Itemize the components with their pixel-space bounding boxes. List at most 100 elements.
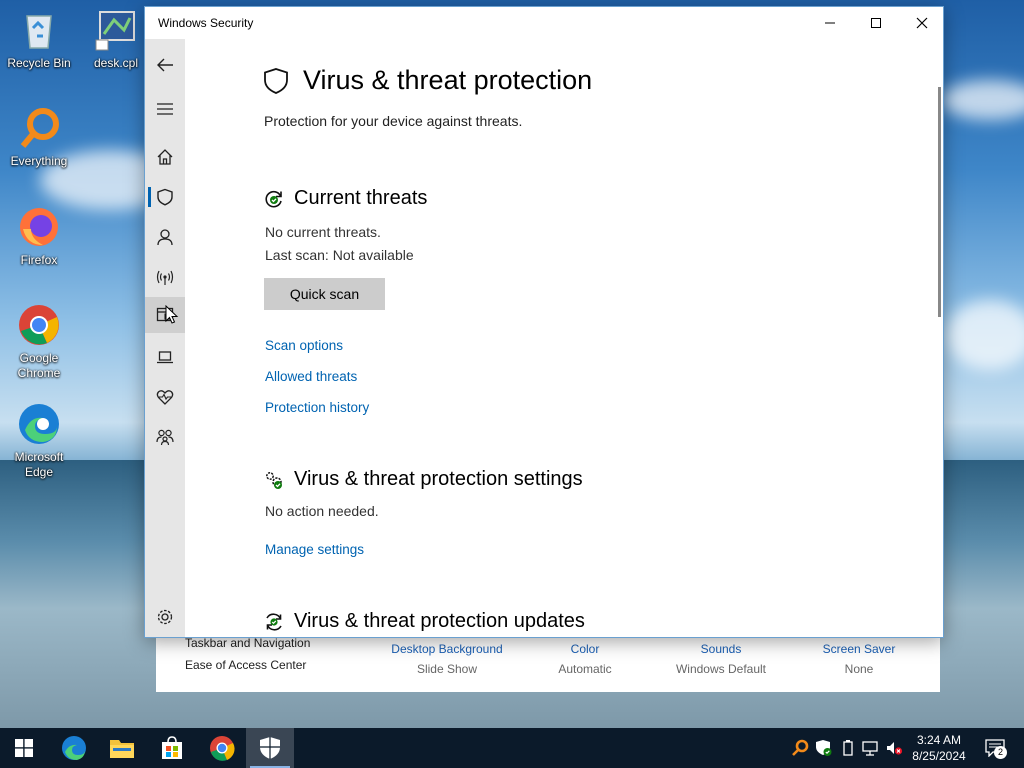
setting-title: Desktop Background bbox=[391, 642, 503, 656]
firefox-icon bbox=[17, 205, 61, 249]
color-setting[interactable]: Color Automatic bbox=[520, 642, 650, 676]
protection-history-link[interactable]: Protection history bbox=[265, 400, 369, 415]
desktop-icon-everything[interactable]: Everything bbox=[1, 106, 77, 169]
desktop-icon-firefox[interactable]: Firefox bbox=[1, 205, 77, 268]
minimize-icon bbox=[825, 22, 835, 24]
tray-network[interactable] bbox=[860, 738, 880, 758]
scan-options-link[interactable]: Scan options bbox=[265, 338, 343, 353]
network-icon bbox=[862, 741, 878, 756]
nav-settings[interactable] bbox=[145, 599, 185, 635]
network-signal-icon bbox=[156, 270, 174, 285]
setting-title: Sounds bbox=[700, 642, 742, 656]
taskbar-windows-security[interactable] bbox=[246, 728, 294, 768]
chrome-icon bbox=[17, 303, 61, 347]
close-icon bbox=[916, 17, 928, 29]
desktop-icon-microsoft-edge[interactable]: Microsoft Edge bbox=[1, 402, 77, 480]
cloud bbox=[945, 300, 1024, 370]
screen-saver-setting[interactable]: Screen Saver None bbox=[794, 642, 924, 676]
desktop-icon-label: Everything bbox=[10, 154, 68, 168]
back-button[interactable] bbox=[145, 47, 185, 83]
security-shield-check-icon bbox=[816, 740, 832, 756]
maximize-icon bbox=[871, 18, 881, 28]
link-taskbar-navigation[interactable]: Taskbar and Navigation bbox=[185, 636, 310, 658]
person-icon bbox=[157, 229, 173, 246]
desktop-icon-google-chrome[interactable]: Google Chrome bbox=[1, 303, 77, 381]
clock-date: 8/25/2024 bbox=[912, 749, 966, 763]
quick-scan-button[interactable]: Quick scan bbox=[264, 278, 385, 310]
family-icon bbox=[156, 429, 174, 446]
home-icon bbox=[157, 149, 173, 165]
desktop-icon-label: desk.cpl bbox=[93, 56, 139, 70]
setting-value: None bbox=[844, 662, 874, 676]
protection-settings-title: Virus & threat protection settings bbox=[294, 468, 583, 490]
taskbar-store[interactable] bbox=[148, 728, 196, 768]
vertical-scrollbar[interactable] bbox=[938, 87, 941, 317]
tray-everything[interactable] bbox=[790, 738, 810, 758]
menu-button[interactable] bbox=[145, 91, 185, 127]
desktop-icon-label: Firefox bbox=[20, 253, 58, 267]
setting-title: Screen Saver bbox=[822, 642, 896, 656]
title-bar[interactable]: Windows Security bbox=[145, 7, 943, 39]
desktop-icon-recycle-bin[interactable]: Recycle Bin bbox=[1, 8, 77, 71]
sounds-setting[interactable]: Sounds Windows Default bbox=[656, 642, 786, 676]
desktop-icon-desk-cpl[interactable]: desk.cpl bbox=[78, 8, 154, 71]
nav-device-health[interactable] bbox=[145, 379, 185, 415]
setting-value: Windows Default bbox=[675, 662, 767, 676]
minimize-button[interactable] bbox=[807, 7, 853, 39]
close-button[interactable] bbox=[899, 7, 943, 39]
desktop-background-setting[interactable]: Desktop Background Slide Show bbox=[382, 642, 512, 676]
desktop-icon-label: Google Chrome bbox=[17, 351, 61, 380]
notification-count-badge: 2 bbox=[994, 746, 1007, 759]
tray-volume[interactable] bbox=[884, 738, 904, 758]
page-title-text: Virus & threat protection bbox=[303, 65, 593, 95]
windows-logo-icon bbox=[15, 739, 33, 757]
nav-firewall[interactable] bbox=[145, 259, 185, 295]
protection-updates-heading: Virus & threat protection updates bbox=[264, 610, 585, 633]
tray-windows-security[interactable] bbox=[814, 738, 834, 758]
manage-settings-link[interactable]: Manage settings bbox=[265, 542, 364, 557]
protection-updates-title: Virus & threat protection updates bbox=[294, 610, 585, 632]
start-button[interactable] bbox=[0, 728, 48, 768]
taskbar-edge[interactable] bbox=[50, 728, 98, 768]
window-title: Windows Security bbox=[158, 16, 254, 30]
maximize-button[interactable] bbox=[853, 7, 899, 39]
taskbar-clock[interactable]: 3:24 AM 8/25/2024 bbox=[906, 732, 972, 764]
monitor-icon bbox=[94, 8, 138, 52]
taskbar-chrome[interactable] bbox=[198, 728, 246, 768]
current-threats-title: Current threats bbox=[294, 187, 428, 209]
taskbar-file-explorer[interactable] bbox=[98, 728, 146, 768]
main-content: Virus & threat protection Protection for… bbox=[185, 39, 943, 637]
cloud bbox=[940, 80, 1024, 120]
shield-icon bbox=[264, 67, 288, 94]
tray-battery[interactable] bbox=[838, 738, 858, 758]
personalization-window: Taskbar and Navigation Ease of Access Ce… bbox=[156, 630, 940, 692]
protection-settings-heading: Virus & threat protection settings bbox=[264, 468, 583, 491]
nav-home[interactable] bbox=[145, 139, 185, 175]
last-scan-text: Last scan: Not available bbox=[265, 247, 414, 263]
link-ease-of-access[interactable]: Ease of Access Center bbox=[185, 658, 310, 680]
nav-account-protection[interactable] bbox=[145, 219, 185, 255]
volume-muted-icon bbox=[887, 742, 903, 755]
nav-device-security[interactable] bbox=[145, 339, 185, 375]
taskbar: 3:24 AM 8/25/2024 2 bbox=[0, 728, 1024, 768]
scan-refresh-icon bbox=[265, 190, 282, 207]
nav-family-options[interactable] bbox=[145, 419, 185, 455]
allowed-threats-link[interactable]: Allowed threats bbox=[265, 369, 357, 384]
recycle-bin-icon bbox=[17, 8, 61, 52]
folder-icon bbox=[110, 740, 134, 758]
page-subtitle: Protection for your device against threa… bbox=[264, 113, 523, 129]
action-center-button[interactable]: 2 bbox=[982, 738, 1008, 759]
setting-title: Color bbox=[570, 642, 600, 656]
current-threats-heading: Current threats bbox=[264, 187, 427, 210]
store-bag-icon bbox=[162, 736, 182, 759]
nav-virus-protection[interactable] bbox=[145, 179, 185, 215]
mouse-cursor-icon bbox=[165, 305, 179, 324]
page-title: Virus & threat protection bbox=[263, 65, 592, 96]
gear-icon bbox=[157, 609, 173, 625]
personalization-left-links: Taskbar and Navigation Ease of Access Ce… bbox=[185, 636, 310, 680]
update-refresh-icon bbox=[266, 612, 282, 631]
desktop-icon-label: Microsoft Edge bbox=[14, 450, 64, 479]
clock-time: 3:24 AM bbox=[916, 733, 962, 747]
back-arrow-icon bbox=[157, 58, 173, 72]
settings-gears-icon bbox=[266, 471, 282, 489]
